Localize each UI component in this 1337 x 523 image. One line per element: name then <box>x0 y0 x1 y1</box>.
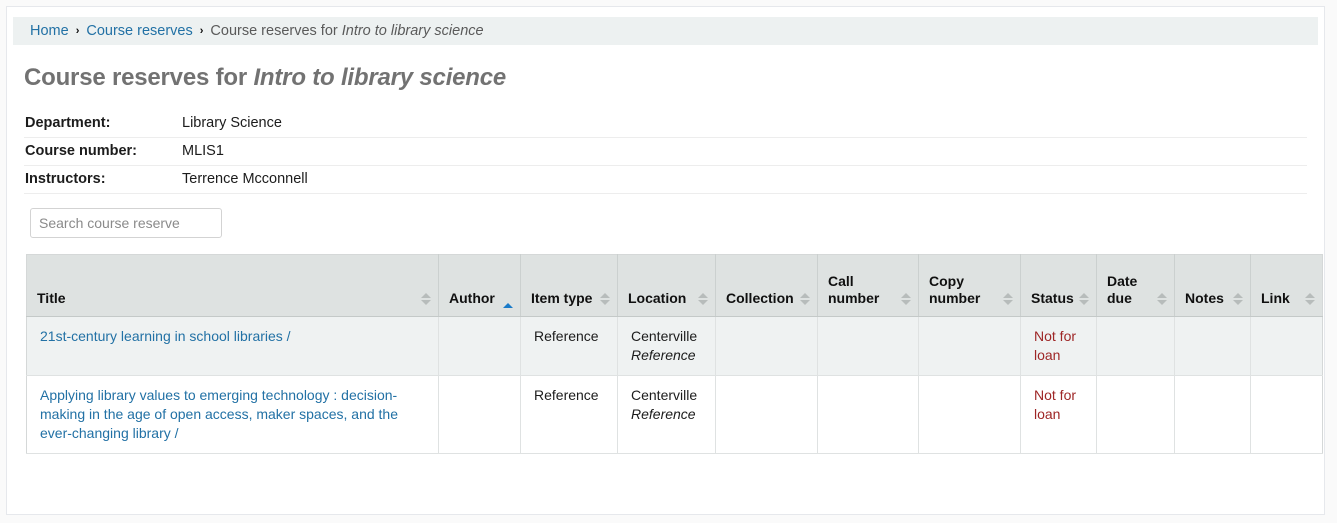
column-header-label: Call number <box>828 273 879 306</box>
column-header-copy-number[interactable]: Copy number <box>919 255 1021 317</box>
course-reserves-table-container: Title Author Item type Location <box>26 254 1322 454</box>
sort-both-icon[interactable] <box>1079 293 1089 305</box>
cell-location: Centerville Reference <box>618 376 716 454</box>
course-details-table: Department: Library Science Course numbe… <box>24 110 1307 194</box>
sort-both-icon[interactable] <box>698 293 708 305</box>
cell-author <box>439 376 521 454</box>
breadcrumb-separator-icon: › <box>76 25 80 37</box>
column-header-item-type[interactable]: Item type <box>521 255 618 317</box>
course-detail-value: Library Science <box>182 110 1307 138</box>
breadcrumb-current: Course reserves for Intro to library scie… <box>210 23 483 39</box>
sort-both-icon[interactable] <box>1157 293 1167 305</box>
table-header: Title Author Item type Location <box>27 255 1323 317</box>
cell-status: Not for loan <box>1021 376 1097 454</box>
column-header-notes[interactable]: Notes <box>1175 255 1251 317</box>
sort-both-icon[interactable] <box>1233 293 1243 305</box>
course-detail-label: Department: <box>24 110 182 138</box>
location-sublocation: Reference <box>631 405 705 424</box>
breadcrumb-link-course-reserves[interactable]: Course reserves <box>86 23 192 39</box>
table-body: 21st-century learning in school librarie… <box>27 317 1323 454</box>
column-header-location[interactable]: Location <box>618 255 716 317</box>
location-branch: Centerville <box>631 386 705 405</box>
column-header-label: Author <box>449 290 495 306</box>
course-detail-row-instructors: Instructors: Terrence Mcconnell <box>24 166 1307 194</box>
cell-item-type: Reference <box>521 317 618 376</box>
cell-date-due <box>1097 376 1175 454</box>
breadcrumb-link-home[interactable]: Home <box>30 23 69 39</box>
course-detail-label: Instructors: <box>24 166 182 194</box>
page-container: Home › Course reserves › Course reserves… <box>6 6 1325 515</box>
cell-location: Centerville Reference <box>618 317 716 376</box>
column-header-date-due[interactable]: Date due <box>1097 255 1175 317</box>
record-title-link[interactable]: 21st-century learning in school librarie… <box>40 328 291 344</box>
course-reserves-table: Title Author Item type Location <box>26 254 1323 454</box>
course-detail-label: Course number: <box>24 138 182 166</box>
cell-date-due <box>1097 317 1175 376</box>
location-branch: Centerville <box>631 327 705 346</box>
breadcrumb: Home › Course reserves › Course reserves… <box>13 17 1318 45</box>
course-detail-value: Terrence Mcconnell <box>182 166 1307 194</box>
course-detail-row-course-number: Course number: MLIS1 <box>24 138 1307 166</box>
page-title-prefix: Course reserves for <box>24 64 253 91</box>
cell-notes <box>1175 376 1251 454</box>
column-header-title[interactable]: Title <box>27 255 439 317</box>
column-header-label: Link <box>1261 290 1290 306</box>
cell-link <box>1251 376 1323 454</box>
cell-copy-number <box>919 317 1021 376</box>
table-header-row: Title Author Item type Location <box>27 255 1323 317</box>
column-header-label: Date due <box>1107 273 1137 306</box>
table-row: 21st-century learning in school librarie… <box>27 317 1323 376</box>
column-header-author[interactable]: Author <box>439 255 521 317</box>
status-badge: Not for loan <box>1034 387 1076 422</box>
sort-both-icon[interactable] <box>901 293 911 305</box>
sort-both-icon[interactable] <box>800 293 810 305</box>
page-title-course: Intro to library science <box>253 64 506 91</box>
cell-item-type: Reference <box>521 376 618 454</box>
column-header-label: Copy number <box>929 273 980 306</box>
column-header-label: Collection <box>726 290 794 306</box>
search-container <box>30 208 1324 238</box>
status-badge: Not for loan <box>1034 328 1076 363</box>
table-row: Applying library values to emerging tech… <box>27 376 1323 454</box>
cell-title: 21st-century learning in school librarie… <box>27 317 439 376</box>
sort-ascending-icon[interactable] <box>503 303 513 309</box>
sort-both-icon[interactable] <box>421 293 431 305</box>
search-input[interactable] <box>30 208 222 238</box>
cell-call-number <box>818 317 919 376</box>
cell-copy-number <box>919 376 1021 454</box>
column-header-label: Title <box>37 290 66 306</box>
sort-both-icon[interactable] <box>600 293 610 305</box>
record-title-link[interactable]: Applying library values to emerging tech… <box>40 387 398 441</box>
cell-collection <box>716 317 818 376</box>
page-title: Course reserves for Intro to library sci… <box>24 64 1324 92</box>
cell-collection <box>716 376 818 454</box>
column-header-link[interactable]: Link <box>1251 255 1323 317</box>
column-header-label: Location <box>628 290 686 306</box>
location-sublocation: Reference <box>631 346 705 365</box>
column-header-status[interactable]: Status <box>1021 255 1097 317</box>
sort-both-icon[interactable] <box>1003 293 1013 305</box>
column-header-label: Notes <box>1185 290 1224 306</box>
cell-link <box>1251 317 1323 376</box>
breadcrumb-current-course: Intro to library science <box>342 23 484 39</box>
cell-title: Applying library values to emerging tech… <box>27 376 439 454</box>
course-detail-value: MLIS1 <box>182 138 1307 166</box>
column-header-collection[interactable]: Collection <box>716 255 818 317</box>
breadcrumb-separator-icon: › <box>200 25 204 37</box>
column-header-label: Item type <box>531 290 592 306</box>
column-header-label: Status <box>1031 290 1074 306</box>
column-header-call-number[interactable]: Call number <box>818 255 919 317</box>
cell-call-number <box>818 376 919 454</box>
cell-notes <box>1175 317 1251 376</box>
sort-both-icon[interactable] <box>1305 293 1315 305</box>
cell-status: Not for loan <box>1021 317 1097 376</box>
course-detail-row-department: Department: Library Science <box>24 110 1307 138</box>
cell-author <box>439 317 521 376</box>
breadcrumb-current-prefix: Course reserves for <box>210 23 337 39</box>
